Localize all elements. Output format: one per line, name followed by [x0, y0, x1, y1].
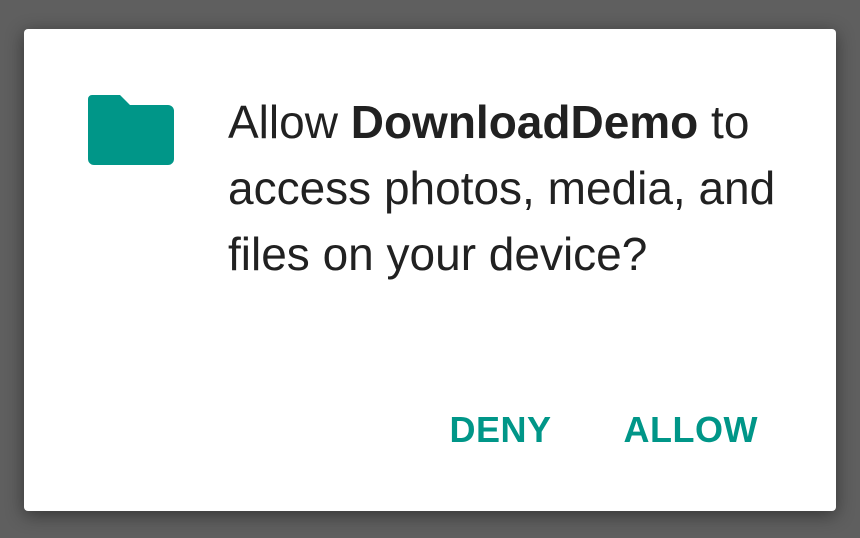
dialog-actions: DENY ALLOW [450, 409, 759, 451]
permission-dialog: Allow DownloadDemo to access photos, med… [24, 29, 836, 511]
allow-button[interactable]: ALLOW [624, 409, 758, 451]
deny-button[interactable]: DENY [450, 409, 552, 451]
dialog-scrim: Allow DownloadDemo to access photos, med… [0, 0, 860, 538]
folder-icon [88, 95, 174, 165]
permission-message: Allow DownloadDemo to access photos, med… [228, 89, 808, 287]
message-prefix: Allow [228, 96, 351, 148]
app-name: DownloadDemo [350, 96, 699, 148]
